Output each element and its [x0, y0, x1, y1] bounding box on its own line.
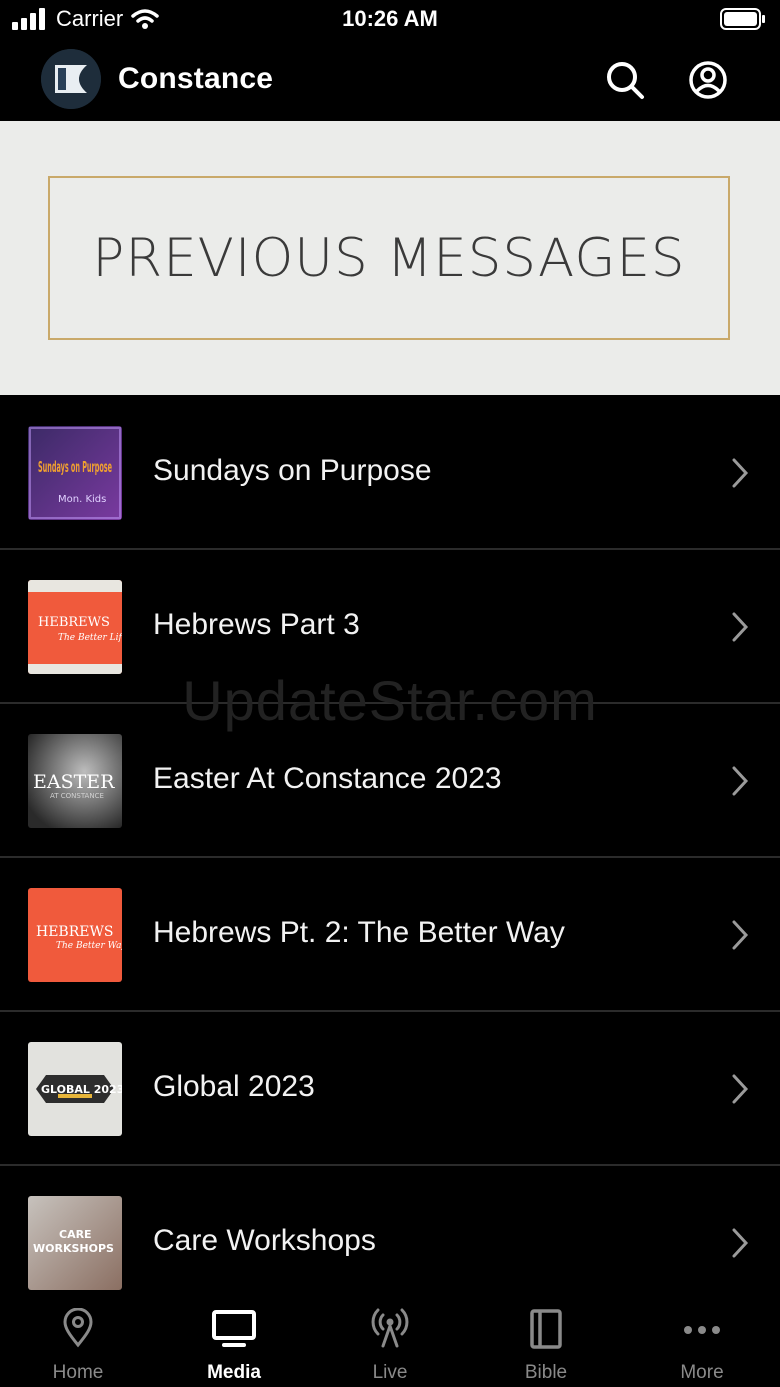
thumb-subcaption: The Better Way	[56, 941, 122, 951]
series-row[interactable]: HEBREWS The Better Life Hebrews Part 3	[0, 550, 780, 704]
status-bar: Carrier 10:26 AM	[0, 0, 780, 40]
ellipsis-icon	[684, 1326, 720, 1334]
series-title: Global 2023	[153, 1070, 315, 1103]
series-row[interactable]: HEBREWS The Better Way Hebrews Pt. 2: Th…	[0, 858, 780, 1012]
series-title: Sundays on Purpose	[153, 454, 432, 487]
tab-label: Live	[372, 1362, 408, 1383]
series-title: Hebrews Part 3	[153, 608, 360, 641]
chevron-right-icon	[732, 612, 749, 642]
thumb-caption: EASTER	[33, 771, 115, 793]
series-thumbnail: HEBREWS The Better Way	[28, 888, 122, 982]
app-header: Constance	[0, 40, 780, 121]
map-pin-icon	[63, 1308, 93, 1348]
user-icon	[689, 61, 727, 99]
tv-icon	[212, 1310, 256, 1347]
search-button[interactable]	[603, 58, 647, 102]
thumb-caption: Sundays on Purpose	[38, 458, 112, 476]
series-row[interactable]: Sundays on Purpose Mon. Kids Sundays on …	[0, 396, 780, 550]
account-button[interactable]	[686, 58, 730, 102]
broadcast-icon	[371, 1308, 409, 1348]
church-logo	[41, 49, 101, 109]
tab-bible[interactable]: Bible	[468, 1296, 624, 1387]
series-list: Sundays on Purpose Mon. Kids Sundays on …	[0, 396, 780, 1320]
series-thumbnail: CARE WORKSHOPS	[28, 1196, 122, 1290]
book-icon	[530, 1309, 562, 1349]
tab-home[interactable]: Home	[0, 1296, 156, 1387]
series-thumbnail: HEBREWS The Better Life	[28, 580, 122, 674]
series-title: Easter At Constance 2023	[153, 762, 502, 795]
banner-frame: PREVIOUS MESSAGES	[48, 176, 730, 340]
banner-title: PREVIOUS MESSAGES	[92, 227, 686, 289]
series-title: Care Workshops	[153, 1224, 376, 1257]
tab-media[interactable]: Media	[156, 1296, 312, 1387]
tab-label: More	[680, 1362, 724, 1383]
app-title: Constance	[118, 62, 274, 95]
series-title: Hebrews Pt. 2: The Better Way	[153, 916, 565, 949]
search-icon	[607, 62, 644, 99]
thumb-caption: GLOBAL 2023	[41, 1083, 122, 1096]
series-thumbnail: GLOBAL 2023	[28, 1042, 122, 1136]
tab-bar: Home Media Live Bible More	[0, 1296, 780, 1387]
tab-label: Bible	[524, 1362, 568, 1383]
chevron-right-icon	[732, 920, 749, 950]
clock: 10:26 AM	[342, 6, 438, 31]
chevron-right-icon	[732, 766, 749, 796]
tab-label: Media	[207, 1362, 261, 1383]
battery-icon	[720, 8, 765, 30]
tab-more[interactable]: More	[624, 1296, 780, 1387]
thumb-caption: HEBREWS	[38, 615, 110, 630]
chevron-right-icon	[732, 1074, 749, 1104]
thumb-caption: HEBREWS	[36, 924, 113, 940]
tab-live[interactable]: Live	[312, 1296, 468, 1387]
thumb-subcaption: AT CONSTANCE	[50, 792, 104, 800]
series-row[interactable]: GLOBAL 2023 Global 2023	[0, 1012, 780, 1166]
series-thumbnail: Sundays on Purpose Mon. Kids	[28, 426, 122, 520]
thumb-subcaption: The Better Life	[58, 633, 122, 643]
thumb-subcaption: WORKSHOPS	[33, 1242, 114, 1255]
hero-banner: PREVIOUS MESSAGES	[0, 121, 780, 395]
chevron-right-icon	[732, 458, 749, 488]
tab-label: Home	[52, 1362, 104, 1383]
chevron-right-icon	[732, 1228, 749, 1258]
thumb-subcaption: Mon. Kids	[58, 494, 106, 505]
series-thumbnail: EASTER AT CONSTANCE	[28, 734, 122, 828]
thumb-caption: CARE	[59, 1228, 92, 1241]
series-row[interactable]: EASTER AT CONSTANCE Easter At Constance …	[0, 704, 780, 858]
